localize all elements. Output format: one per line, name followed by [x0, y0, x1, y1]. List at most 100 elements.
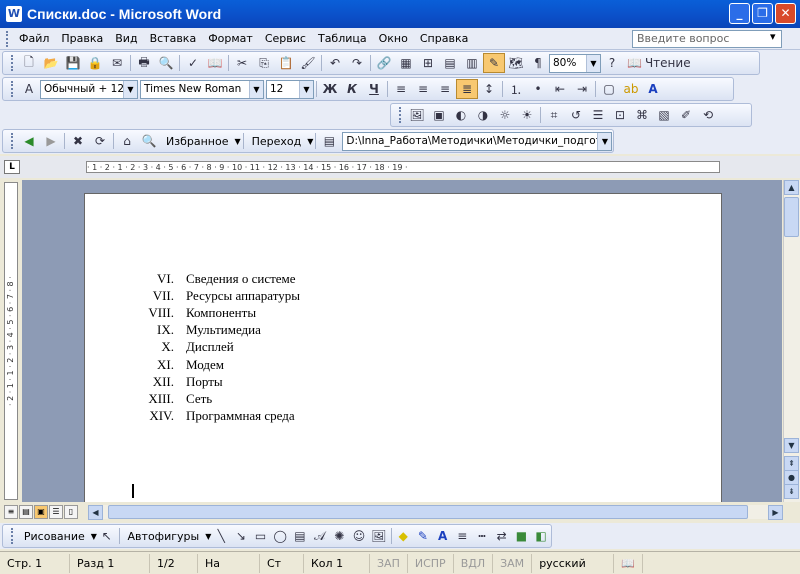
help-search-input[interactable]: Введите вопрос: [632, 30, 782, 48]
line-color-icon[interactable]: ✎: [413, 526, 433, 546]
undo-icon[interactable]: ↶: [324, 53, 346, 73]
scroll-left-icon[interactable]: ◀: [88, 505, 103, 520]
style-select[interactable]: Обычный + 12 г ▼: [40, 79, 138, 99]
justify-icon[interactable]: ≣: [456, 79, 478, 99]
menu-view[interactable]: Вид: [109, 32, 143, 45]
chevron-down-icon[interactable]: ▼: [123, 80, 137, 98]
toolbar-grip[interactable]: [11, 55, 14, 71]
status-extend[interactable]: ВДЛ: [454, 553, 494, 573]
insert-picture-icon[interactable]: 🖼: [369, 526, 389, 546]
close-button[interactable]: ✕: [775, 3, 796, 24]
spelling-icon[interactable]: ✓: [182, 53, 204, 73]
reset-picture-icon[interactable]: ⟲: [697, 105, 719, 125]
menu-format[interactable]: Формат: [202, 32, 259, 45]
print-layout-icon[interactable]: ▣: [34, 505, 48, 519]
increase-indent-icon[interactable]: ⇥: [571, 79, 593, 99]
autoshapes-button[interactable]: Автофигуры: [122, 530, 206, 543]
restore-button[interactable]: ❐: [752, 3, 773, 24]
rotate-icon[interactable]: ↺: [565, 105, 587, 125]
next-page-icon[interactable]: ⇟: [784, 484, 799, 499]
format-painter-icon[interactable]: 🖌: [297, 53, 319, 73]
spelling-status-icon[interactable]: 📖: [614, 553, 643, 573]
toolbar-grip[interactable]: [11, 133, 14, 149]
list-item[interactable]: IX. Мультимедиа: [85, 322, 300, 339]
status-track-changes[interactable]: ИСПР: [408, 553, 454, 573]
clip-art-icon[interactable]: ☺: [349, 526, 369, 546]
back-icon[interactable]: ◀: [18, 131, 40, 151]
underline-button[interactable]: Ч: [363, 79, 385, 99]
tab-selector[interactable]: L: [4, 160, 20, 174]
horizontal-ruler[interactable]: · 1 · 2 · 1 · 2 · 3 · 4 · 5 · 6 · 7 · 8 …: [86, 161, 720, 173]
wordart-icon[interactable]: 𝒜: [310, 526, 330, 546]
chevron-down-icon[interactable]: ▼: [597, 132, 612, 150]
show-only-web-icon[interactable]: ▤: [318, 131, 340, 151]
outline-view-icon[interactable]: ☰: [49, 505, 63, 519]
web-layout-icon[interactable]: ▤: [19, 505, 33, 519]
menu-insert[interactable]: Вставка: [144, 32, 203, 45]
chevron-down-icon[interactable]: ▼: [234, 137, 240, 146]
vertical-ruler[interactable]: · 2 · 1 · 1 · 2 · 3 · 4 · 5 · 6 · 7 · 8 …: [4, 182, 18, 500]
insert-table-icon[interactable]: ⊞: [417, 53, 439, 73]
align-right-icon[interactable]: ≡: [434, 79, 456, 99]
columns-icon[interactable]: ▥: [461, 53, 483, 73]
browse-object-icon[interactable]: ●: [784, 470, 799, 485]
color-icon[interactable]: ▣: [428, 105, 450, 125]
toolbar-grip[interactable]: [11, 528, 14, 544]
numbering-icon[interactable]: ⒈: [505, 79, 527, 99]
help-icon[interactable]: ?: [601, 53, 623, 73]
list-item[interactable]: X. Дисплей: [85, 339, 300, 356]
more-contrast-icon[interactable]: ◐: [450, 105, 472, 125]
status-record[interactable]: ЗАП: [370, 553, 408, 573]
oval-icon[interactable]: ◯: [270, 526, 290, 546]
toolbar-grip[interactable]: [11, 81, 14, 97]
word-app-icon[interactable]: W: [6, 6, 22, 22]
cut-icon[interactable]: ✂: [231, 53, 253, 73]
address-input[interactable]: D:\Inna_Работа\Методички\Методички_подго…: [342, 131, 613, 151]
show-hide-icon[interactable]: ¶: [527, 53, 549, 73]
chevron-down-icon[interactable]: ▼: [586, 54, 600, 72]
rectangle-icon[interactable]: ▭: [251, 526, 271, 546]
reading-view-icon[interactable]: ▯: [64, 505, 78, 519]
line-icon[interactable]: ╲: [211, 526, 231, 546]
line-spacing-icon[interactable]: ↕: [478, 79, 500, 99]
menu-edit[interactable]: Правка: [55, 32, 109, 45]
normal-view-icon[interactable]: ≡: [4, 505, 18, 519]
diagram-icon[interactable]: ✺: [329, 526, 349, 546]
hyperlink-icon[interactable]: 🔗: [373, 53, 395, 73]
arrow-icon[interactable]: ↘: [231, 526, 251, 546]
list-item[interactable]: XI. Модем: [85, 356, 300, 373]
document-map-icon[interactable]: 🗺: [505, 53, 527, 73]
tables-borders-icon[interactable]: ▦: [395, 53, 417, 73]
list-item[interactable]: XIII. Сеть: [85, 390, 300, 407]
redo-icon[interactable]: ↷: [346, 53, 368, 73]
styles-formatting-icon[interactable]: A: [18, 79, 40, 99]
status-overtype[interactable]: ЗАМ: [493, 553, 533, 573]
text-box-icon[interactable]: ▤: [290, 526, 310, 546]
menu-help[interactable]: Справка: [414, 32, 474, 45]
zoom-select[interactable]: 80% ▼: [549, 53, 601, 73]
menu-file[interactable]: Файл: [13, 32, 55, 45]
arrow-style-icon[interactable]: ⇄: [492, 526, 512, 546]
list-item[interactable]: XIV. Программная среда: [85, 408, 300, 425]
scroll-thumb[interactable]: [784, 197, 799, 237]
paste-icon[interactable]: 📋: [275, 53, 297, 73]
menu-tools[interactable]: Сервис: [259, 32, 312, 45]
text-wrapping-icon[interactable]: ⌘: [631, 105, 653, 125]
less-brightness-icon[interactable]: ☀: [516, 105, 538, 125]
list-item[interactable]: XII. Порты: [85, 373, 300, 390]
less-contrast-icon[interactable]: ◑: [472, 105, 494, 125]
menu-table[interactable]: Таблица: [312, 32, 373, 45]
crop-icon[interactable]: ⌗: [543, 105, 565, 125]
shadow-icon[interactable]: ■: [512, 526, 532, 546]
highlight-icon[interactable]: ab: [620, 79, 642, 99]
insert-picture-icon[interactable]: 🖼: [406, 105, 428, 125]
list-item[interactable]: VIII. Компоненты: [85, 304, 300, 321]
drawing-menu-button[interactable]: Рисование: [18, 530, 91, 543]
toolbar-grip[interactable]: [399, 107, 402, 123]
menu-close-icon[interactable]: ▾: [770, 30, 776, 43]
set-transparent-icon[interactable]: ✐: [675, 105, 697, 125]
goto-button[interactable]: Переход: [246, 135, 308, 148]
dash-style-icon[interactable]: ┅: [472, 526, 492, 546]
favorites-button[interactable]: Избранное: [160, 135, 234, 148]
menu-window[interactable]: Окно: [373, 32, 414, 45]
